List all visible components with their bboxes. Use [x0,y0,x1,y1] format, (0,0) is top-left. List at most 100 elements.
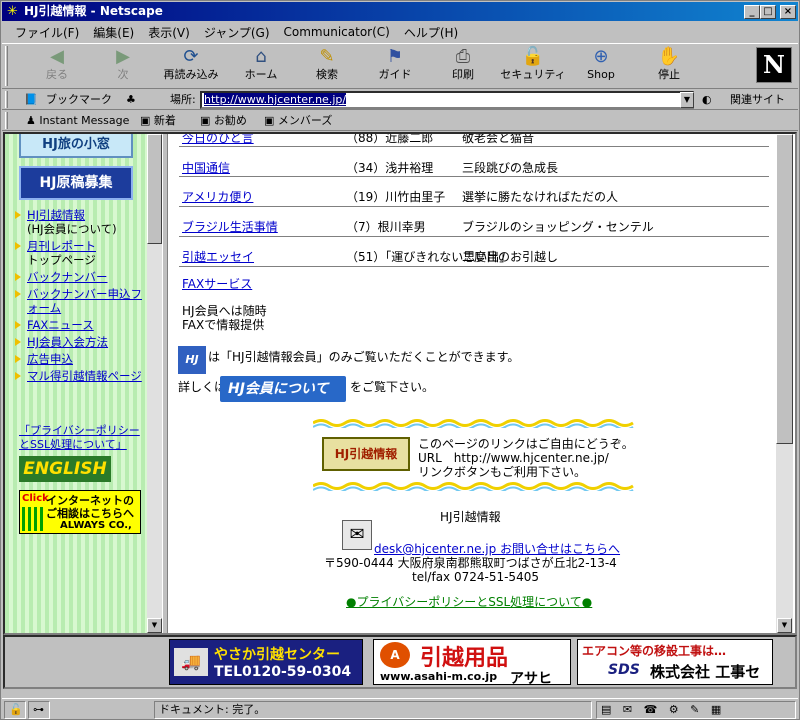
home-icon: ⌂ [255,46,267,67]
forward-button[interactable]: ▶ 次 [90,46,156,86]
nav-link-join[interactable]: HJ会員入会方法 [27,335,108,349]
main-scroll-down-button[interactable]: ▼ [777,618,792,633]
reload-button[interactable]: ⟳ 再読み込み [158,46,224,86]
menu-view[interactable]: 表示(V) [141,24,197,41]
address: 〒590-0444 大阪府泉南郡熊取町つばさが丘北2-13-4 [324,556,617,570]
location-bar: 📘 ブックマーク ♣ 場所: http://www.hjcenter.ne.jp… [2,90,798,110]
back-button[interactable]: ◀ 戻る [24,46,90,86]
shop-icon: ⊕ [593,46,609,67]
shop-button[interactable]: ⊕ Shop [568,46,634,86]
sds-construction-ad[interactable]: エアコン等の移設工事は… SDS 株式会社 工事センター [577,639,773,685]
guide-button[interactable]: ⚑ ガイド [362,46,428,86]
security-button[interactable]: 🔓 セキュリティ [500,46,566,86]
stop-button[interactable]: ✋ 停止 [636,46,702,86]
nav-item: マル得引越情報ページ [13,369,145,383]
triangle-bullet-icon [15,290,21,298]
english-banner[interactable]: ENGLISH [19,456,111,482]
asahi-logo: A [380,642,410,668]
hj-member-icon: HJ [178,346,206,374]
personal-grip[interactable] [5,112,8,129]
nav-link-fax-news[interactable]: FAXニュース [27,318,94,332]
new-button[interactable]: ▣ 新着 [140,113,176,129]
stop-icon: ✋ [657,46,681,67]
triangle-bullet-icon [15,355,21,363]
stripe-graphic [22,507,44,531]
link-note: このページのリンクはご自由にどうぞ。 [418,437,634,451]
netscape-logo: N [756,47,792,83]
navigation-toolbar: ◀ 戻る ▶ 次 ⟳ 再読み込み ⌂ ホーム ✎ 検索 ⚑ ガイド ⎙ 印刷 🔓 セキュリティ … [2,43,798,89]
hj-member-about-button[interactable]: HJ会員について [220,376,346,402]
menu-edit[interactable]: 編集(E) [86,24,141,41]
nav-link-monthly-report[interactable]: 月刊レポート [27,239,96,253]
row-divider [179,176,769,177]
hj-tabi-banner[interactable]: HJ旅の小窓 [19,134,133,158]
wave-divider-top [313,419,634,428]
print-icon: ⎙ [455,46,471,67]
instant-message-button[interactable]: ♟ Instant Message [26,113,129,129]
title-bar: ✳ HJ引越情報 - Netscape _ □ × [2,2,798,21]
location-grip[interactable] [5,91,8,108]
nav-link-ad-apply[interactable]: 広告申込 [27,352,73,366]
window-title: HJ引越情報 - Netscape [24,4,163,18]
hj-manuscript-banner[interactable]: HJ原稿募集 [19,166,133,200]
hj-link-banner[interactable]: HJ引越情報 [322,437,410,471]
menu-file[interactable]: ファイル(F) [8,24,86,41]
bookmark-icon: 📘 [24,93,38,106]
personal-toolbar: ♟ Instant Message ▣ 新着 ▣ お勧め ▣ メンバーズ [2,111,798,131]
nav-item: FAXニュース [13,318,145,332]
article-link[interactable]: 今日のひと言 [182,134,254,146]
nav-item: HJ引越情報 (HJ会員について) [13,208,145,236]
left-scroll-thumb[interactable] [147,134,162,244]
url-input[interactable]: http://www.hjcenter.ne.jp/ [200,91,694,109]
page-proxy-icon[interactable]: ♣ [126,92,136,108]
link-url: URL http://www.hjcenter.ne.jp/ [418,451,609,465]
left-scrollbar[interactable]: ▼ [147,134,162,633]
nav-link-bargain-page[interactable]: マル得引越情報ページ [27,369,142,383]
fax-service-link[interactable]: FAXサービス [182,277,252,292]
row-divider [179,146,769,147]
reload-icon: ⟳ [183,46,199,67]
menu-help[interactable]: ヘルプ(H) [397,24,465,41]
component-bar[interactable]: ▤ ✉ ☎ ⚙ ✎ ▦ [596,701,796,719]
nav-link-hj-info[interactable]: HJ引越情報 [27,208,85,222]
ads-frame: 🚚 やさか引越センター TEL0120-59-0304 A 引越用品 www.a… [3,635,797,689]
url-history-dropdown[interactable]: ▼ [680,92,694,108]
home-button[interactable]: ⌂ ホーム [228,46,294,86]
content-area: HJ旅の小窓 HJ原稿募集 HJ引越情報 (HJ会員について) 月刊レポート トップ… [3,132,797,635]
main-scroll-thumb[interactable] [776,134,793,444]
always-co-banner[interactable]: Click インターネットの ご相談はこちらへ ALWAYS CO., [19,490,141,534]
left-scroll-down-button[interactable]: ▼ [147,618,162,633]
recommend-button[interactable]: ▣ お勧め [200,113,247,129]
truck-icon: 🚚 [174,648,208,676]
org-name: HJ引越情報 [440,510,501,524]
triangle-bullet-icon [15,372,21,380]
yasaka-moving-ad[interactable]: 🚚 やさか引越センター TEL0120-59-0304 [169,639,363,685]
row-divider [179,206,769,207]
main-scrollbar[interactable]: ▼ [776,134,793,633]
online-status-icon[interactable]: ⊶ [28,701,50,719]
search-button[interactable]: ✎ 検索 [294,46,360,86]
minimize-button[interactable]: _ [744,5,760,19]
asahi-supplies-ad[interactable]: A 引越用品 www.asahi-m.co.jp アサヒ [373,639,571,685]
close-button[interactable]: × [780,5,796,19]
members-button[interactable]: ▣ メンバーズ [264,113,332,129]
email-link[interactable]: desk@hjcenter.ne.jp お問い合せはこちらへ [374,542,620,557]
maximize-button[interactable]: □ [760,5,776,19]
nav-link-back-numbers[interactable]: バックナンバー [27,270,108,284]
print-button[interactable]: ⎙ 印刷 [430,46,496,86]
menu-go[interactable]: ジャンプ(G) [197,24,277,41]
article-link[interactable]: アメリカ便り [182,188,253,205]
security-status-icon[interactable]: 🔓 [4,701,26,719]
privacy-policy-link-main[interactable]: ●プライバシーポリシーとSSL処理について● [346,595,592,610]
article-link[interactable]: 中国通信 [182,159,230,176]
menu-communicator[interactable]: Communicator(C) [277,25,397,39]
privacy-policy-link[interactable]: 「プライバシーポリシーとSSL処理について」 [19,424,147,452]
article-link[interactable]: ブラジル生活事情 [182,218,278,235]
related-sites-button[interactable]: 関連サイト [730,92,785,108]
mail-icon[interactable]: ✉ [342,520,372,550]
article-link[interactable]: 引越エッセイ [182,248,254,265]
fax-note: FAXで情報提供 [182,318,265,332]
bookmarks-button[interactable]: ブックマーク [46,92,112,108]
toolbar-grip[interactable] [5,46,8,86]
nav-link-back-number-form[interactable]: バックナンバー申込フォーム [27,287,142,315]
